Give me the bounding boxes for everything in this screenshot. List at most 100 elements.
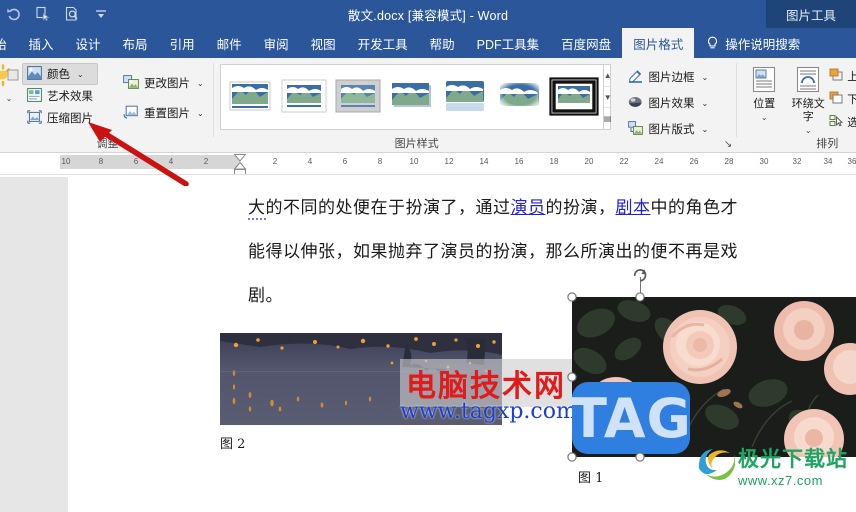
change-picture-icon [123, 74, 139, 92]
style-thumb-drop-shadow-rectangle[interactable] [386, 75, 438, 119]
ruler-tick: 14 [479, 157, 489, 166]
ribbon-group-picture-styles: ▲ ▼ ▤ 图片样式 [214, 58, 620, 153]
wrap-text-label: 环绕文字 [791, 98, 825, 123]
tab-help[interactable]: 帮助 [419, 28, 466, 58]
paragraph-line-1: 大的不同的处便在于扮演了，通过演员的扮演，剧本中的角色才 [248, 193, 738, 220]
resize-handle-top-left[interactable] [567, 292, 577, 302]
wrap-text-button[interactable]: 环绕文字 ⌄ [787, 66, 829, 137]
resize-handle-middle-left[interactable] [567, 372, 577, 382]
style-thumb-simple-frame-white[interactable] [224, 75, 276, 119]
picture-layout-button[interactable]: 图片版式 ⌄ [623, 118, 713, 140]
tell-me-label: 操作说明搜索 [725, 37, 801, 52]
picture-effects-icon [628, 95, 643, 112]
bring-forward-button[interactable]: 上 [829, 68, 856, 84]
position-button[interactable]: 位置 ⌄ [743, 66, 785, 124]
change-picture-label: 更改图片 [144, 78, 190, 90]
chevron-down-icon[interactable]: ⌄ [701, 125, 708, 134]
resize-handle-top-center[interactable] [635, 292, 645, 302]
contextual-tab-header: 图片工具 [766, 0, 856, 28]
style-thumb-metal-frame[interactable] [332, 75, 384, 119]
ribbon-tab-strip[interactable]: 始 插入 设计 布局 引用 邮件 审阅 视图 开发工具 帮助 PDF工具集 百度… [0, 28, 856, 58]
jiguang-url: www.xz7.com [738, 473, 823, 488]
selection-pane-icon [829, 114, 844, 130]
chevron-down-icon[interactable]: ⌄ [197, 79, 204, 88]
artistic-effects-icon [27, 87, 42, 105]
tab-home[interactable]: 始 [0, 28, 18, 58]
tab-baidu-netdisk[interactable]: 百度网盘 [550, 28, 622, 58]
ruler-tick: 10 [409, 157, 419, 166]
tab-references[interactable]: 引用 [159, 28, 206, 58]
chevron-down-icon[interactable]: ⌄ [743, 111, 785, 124]
word-window: 散文.docx [兼容模式] - Word 图片工具 始 插入 设计 布局 引用… [0, 0, 856, 512]
color-button[interactable]: 颜色 ⌄ [22, 63, 98, 85]
ruler-tick: 24 [654, 157, 664, 166]
figure-caption-2: 图 2 [220, 437, 246, 452]
gallery-more-icon[interactable]: ▤ [604, 108, 612, 129]
tab-review[interactable]: 审阅 [253, 28, 300, 58]
chevron-down-icon[interactable]: ⌄ [701, 99, 708, 108]
chevron-down-icon[interactable]: ⌄ [701, 73, 708, 82]
resize-handle-bottom-center[interactable] [635, 452, 645, 462]
ruler-tick: 20 [584, 157, 594, 166]
jiguang-swirl-icon [693, 443, 736, 488]
ruler-tick: 4 [307, 157, 313, 166]
document-page[interactable]: 大的不同的处便在于扮演了，通过演员的扮演，剧本中的角色才 能得以伸张，如果抛弃了… [68, 177, 856, 512]
print-preview-icon[interactable] [62, 5, 81, 24]
selection-pane-label: 选 [847, 117, 856, 129]
ruler-tick: 6 [342, 157, 348, 166]
rotate-handle[interactable] [632, 267, 649, 284]
gallery-scroll-buttons[interactable]: ▲ ▼ ▤ [602, 65, 612, 129]
hyperlink-script[interactable]: 剧本 [616, 198, 651, 218]
tab-mailings[interactable]: 邮件 [206, 28, 253, 58]
picture-layout-icon [628, 120, 644, 138]
ruler-tick: 36 [847, 157, 856, 166]
tab-view[interactable]: 视图 [300, 28, 347, 58]
position-label: 位置 [753, 98, 776, 110]
ruler-tick: 26 [689, 157, 699, 166]
quick-access-toolbar[interactable] [0, 5, 110, 24]
text-run: 中的角色才 [650, 198, 738, 218]
picture-styles-dialog-launcher[interactable]: ↘ [724, 139, 732, 150]
lightbulb-icon [706, 36, 719, 51]
text-run-spellerror: 大 [248, 198, 266, 220]
tab-developer[interactable]: 开发工具 [347, 28, 419, 58]
format-painter-icon[interactable] [33, 5, 52, 24]
bring-forward-icon [829, 68, 843, 84]
hyperlink-actor[interactable]: 演员 [511, 198, 546, 218]
ruler-tick: 16 [514, 157, 524, 166]
style-thumb-beveled-matte-white[interactable] [278, 75, 330, 119]
tab-layout[interactable]: 布局 [112, 28, 159, 58]
artistic-effects-button[interactable]: 艺术效果 [22, 85, 98, 107]
tab-insert[interactable]: 插入 [18, 28, 65, 58]
style-thumb-thick-black-frame[interactable] [548, 75, 600, 119]
style-thumb-reflected-rounded-rectangle[interactable] [440, 75, 492, 119]
undo-icon[interactable] [4, 5, 23, 24]
chevron-down-icon[interactable]: ⌄ [197, 109, 204, 118]
ruler-tick: 30 [759, 157, 769, 166]
watermark-tag-badge: TAG [570, 382, 691, 454]
corrections-sun-icon [0, 64, 24, 94]
tab-pdf-tools[interactable]: PDF工具集 [466, 28, 551, 58]
gallery-scroll-up-icon[interactable]: ▲ [603, 65, 612, 87]
picture-border-button[interactable]: 图片边框 ⌄ [623, 66, 713, 88]
tell-me-search[interactable]: 操作说明搜索 [694, 28, 800, 58]
indent-markers[interactable] [233, 153, 247, 174]
red-arrow-pointing-to-color-button [88, 122, 189, 186]
paragraph-line-2: 能得以伸张，如果抛弃了演员的扮演，那么所演出的便不再是戏 [248, 242, 738, 262]
compress-picture-icon [27, 109, 42, 127]
gallery-scroll-down-icon[interactable]: ▼ [603, 87, 612, 109]
resize-handle-bottom-left[interactable] [567, 452, 577, 462]
customize-qat-icon[interactable] [91, 5, 110, 24]
style-thumb-soft-edge-rectangle[interactable] [494, 75, 546, 119]
document-area[interactable]: 大的不同的处便在于扮演了，通过演员的扮演，剧本中的角色才 能得以伸张，如果抛弃了… [0, 177, 856, 512]
ruler-tick: 2 [272, 157, 278, 166]
selection-pane-button[interactable]: 选 [829, 114, 856, 130]
tab-picture-format[interactable]: 图片格式 [622, 28, 695, 58]
send-backward-button[interactable]: 下 [829, 91, 856, 107]
tab-design[interactable]: 设计 [65, 28, 112, 58]
chevron-down-icon[interactable]: ⌄ [77, 70, 84, 79]
picture-effects-button[interactable]: 图片效果 ⌄ [623, 92, 713, 114]
wrap-text-icon [795, 66, 821, 97]
picture-styles-gallery[interactable]: ▲ ▼ ▤ [219, 64, 612, 130]
change-picture-button[interactable]: 更改图片 ⌄ [118, 72, 209, 94]
